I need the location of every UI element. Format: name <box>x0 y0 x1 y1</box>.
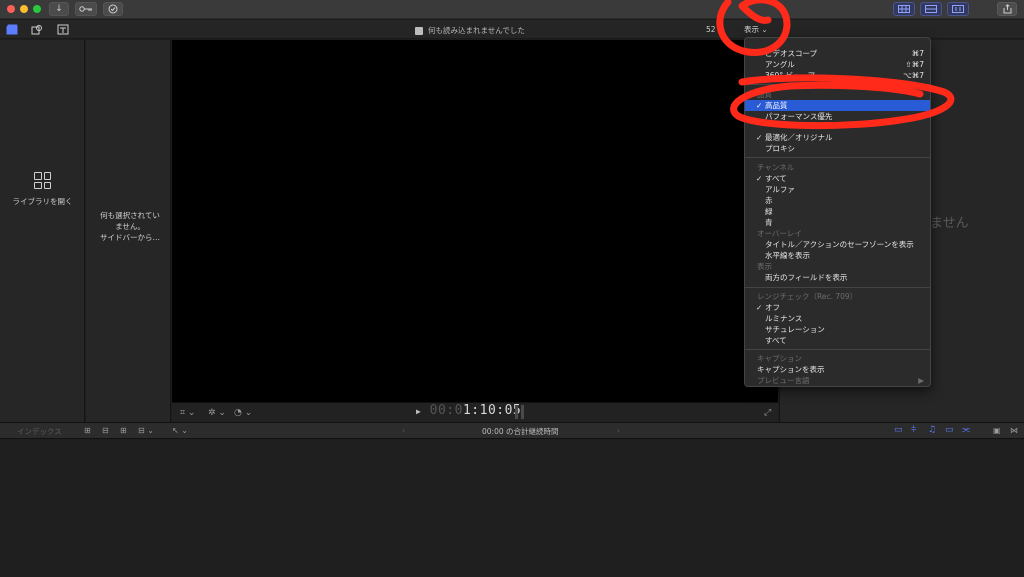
skimming-icon[interactable]: ⫩ <box>911 425 916 435</box>
arrow-down-icon: ↓ <box>55 4 63 14</box>
timeline-area[interactable] <box>0 440 1024 577</box>
library-sidebar <box>0 40 85 422</box>
layout-inspector-button[interactable] <box>947 2 969 16</box>
checkmark-icon: ✓ <box>756 101 763 110</box>
snapping-icon[interactable]: ⫘ <box>962 425 970 435</box>
media-icon <box>31 24 42 34</box>
chevron-right-icon: ▶ <box>918 376 924 385</box>
titles-sidebar-button[interactable] <box>57 23 69 35</box>
menu-item-red[interactable]: 赤 <box>745 195 930 206</box>
minimize-window-button[interactable] <box>20 5 28 13</box>
share-button[interactable] <box>997 2 1017 16</box>
import-button[interactable]: ↓ <box>49 2 69 16</box>
menu-header-channel: チャンネル <box>757 163 795 172</box>
inspector-empty-message: ません <box>930 216 969 231</box>
menu-item-preview-language[interactable]: プレビュー言語 ▶ <box>745 375 930 386</box>
insert-clip-icon[interactable]: ⊟ <box>102 426 109 436</box>
menu-separator <box>745 84 930 85</box>
select-tool-icon[interactable]: ↖ ⌄ <box>172 426 188 436</box>
menu-item-show-caption[interactable]: キャプションを表示 <box>745 364 930 375</box>
libraries-sidebar-button[interactable] <box>6 23 18 35</box>
menu-item-performance[interactable]: パフォーマンス優先 <box>745 111 930 122</box>
menu-item-safe-zone[interactable]: タイトル／アクションのセーフゾーンを表示 <box>745 239 930 250</box>
menu-separator <box>745 287 930 288</box>
menu-header-quality: 品質 <box>757 90 772 99</box>
menu-item-green[interactable]: 緑 <box>745 206 930 217</box>
menu-item-proxy[interactable]: プロキシ <box>745 143 930 154</box>
layout-browser-button[interactable] <box>893 2 915 16</box>
menu-header-display: 表示 <box>757 262 772 271</box>
chevron-down-icon: ⌄ <box>761 25 768 34</box>
timeline-icon <box>925 5 937 13</box>
append-clip-icon[interactable]: ⊞ <box>120 426 127 436</box>
menu-item-luminance[interactable]: ルミナンス <box>745 313 930 324</box>
keywords-button[interactable] <box>75 2 97 16</box>
photos-sidebar-button[interactable] <box>31 23 43 35</box>
share-icon <box>1003 4 1011 14</box>
transform-icon[interactable]: ✲ ⌄ <box>208 408 226 418</box>
viewer-status-text: 何も読み込まれませんでした <box>428 26 525 35</box>
menu-item-optimized[interactable]: ✓ 最適化／オリジナル <box>745 132 930 143</box>
checkmark-icon: ✓ <box>756 303 763 312</box>
crop-icon[interactable]: ⌗ ⌄ <box>180 408 195 418</box>
timeline-index-button[interactable]: インデックス <box>17 426 62 437</box>
menu-separator <box>745 157 930 158</box>
menu-header-caption: キャプション <box>757 354 802 363</box>
clip-appearance-icon[interactable]: ▭ <box>894 425 903 435</box>
title-icon <box>57 24 69 34</box>
timeline-duration: 00:00 の合計継続時間 <box>482 427 559 436</box>
background-tasks-button[interactable] <box>103 2 123 16</box>
clapper-icon <box>6 24 18 34</box>
menu-header-range-check: レンジチェック（Rec. 709） <box>757 292 858 301</box>
forward-arrow-icon[interactable]: › <box>617 426 620 435</box>
menu-item-channel-all[interactable]: ✓ すべて <box>745 173 930 184</box>
pause-icon <box>515 405 527 419</box>
viewer-canvas[interactable] <box>172 40 778 402</box>
menu-item-blue[interactable]: 青 <box>745 217 930 228</box>
sliders-icon <box>952 5 964 13</box>
viewer-status: 何も読み込まれませんでした <box>415 25 525 36</box>
checkmark-icon: ✓ <box>756 133 763 142</box>
view-menu-button[interactable]: 表示 ⌄ <box>744 24 768 35</box>
view-dropdown-menu: ビデオスコープ ⌘7 アングル ⇧⌘7 360° ビューア ⌥⌘7 品質 ✓ 高… <box>744 37 931 387</box>
menu-item-range-all[interactable]: すべて <box>745 335 930 346</box>
fullscreen-icon[interactable]: ⤢ <box>764 408 771 418</box>
open-library-label[interactable]: ライブラリを開く <box>0 196 85 207</box>
menu-item-alpha[interactable]: アルファ <box>745 184 930 195</box>
menu-item-range-off[interactable]: ✓ オフ <box>745 302 930 313</box>
play-icon[interactable]: ▶ <box>416 407 421 416</box>
menu-item-high-quality[interactable]: ✓ 高品質 <box>745 100 930 111</box>
menu-item-saturation[interactable]: サチュレーション <box>745 324 930 335</box>
zoom-level[interactable]: 52 <box>706 25 716 34</box>
title-bar: ↓ <box>0 0 1024 19</box>
check-circle-icon <box>108 4 118 14</box>
zoom-window-button[interactable] <box>33 5 41 13</box>
menu-item-both-fields[interactable]: 両方のフィールドを表示 <box>745 272 930 283</box>
timecode-display[interactable]: ▶ 00:01:10:05 <box>416 403 521 418</box>
menu-item-360-viewer[interactable]: 360° ビューア ⌥⌘7 <box>745 70 930 81</box>
checkmark-icon: ✓ <box>756 174 763 183</box>
browser-empty-message: 何も選択されてい ません。 サイドバーから… <box>100 211 160 242</box>
close-window-button[interactable] <box>7 5 15 13</box>
back-arrow-icon[interactable]: ‹ <box>402 426 405 435</box>
menu-item-videoscope[interactable]: ビデオスコープ ⌘7 <box>745 48 930 59</box>
grid-icon <box>898 5 910 13</box>
menu-item-angle[interactable]: アングル ⇧⌘7 <box>745 59 930 70</box>
clip-appearance-menu-icon[interactable]: ▣ <box>993 426 1001 436</box>
overwrite-clip-icon[interactable]: ⊟ ⌄ <box>138 426 154 436</box>
menu-header-overlay: オーバーレイ <box>757 229 802 238</box>
connect-clip-icon[interactable]: ⊞ <box>84 426 91 436</box>
open-library-icon[interactable] <box>34 172 51 189</box>
effects-browser-icon[interactable]: ⋈ <box>1010 426 1018 436</box>
key-icon <box>79 6 92 12</box>
solo-icon[interactable]: ▭ <box>945 425 954 435</box>
film-icon <box>415 26 423 35</box>
menu-separator <box>745 349 930 350</box>
layout-timeline-button[interactable] <box>920 2 942 16</box>
menu-item-horizon[interactable]: 水平線を表示 <box>745 250 930 261</box>
retime-icon[interactable]: ◔ ⌄ <box>234 408 252 418</box>
audio-skimming-icon[interactable]: ♫ <box>928 425 936 435</box>
